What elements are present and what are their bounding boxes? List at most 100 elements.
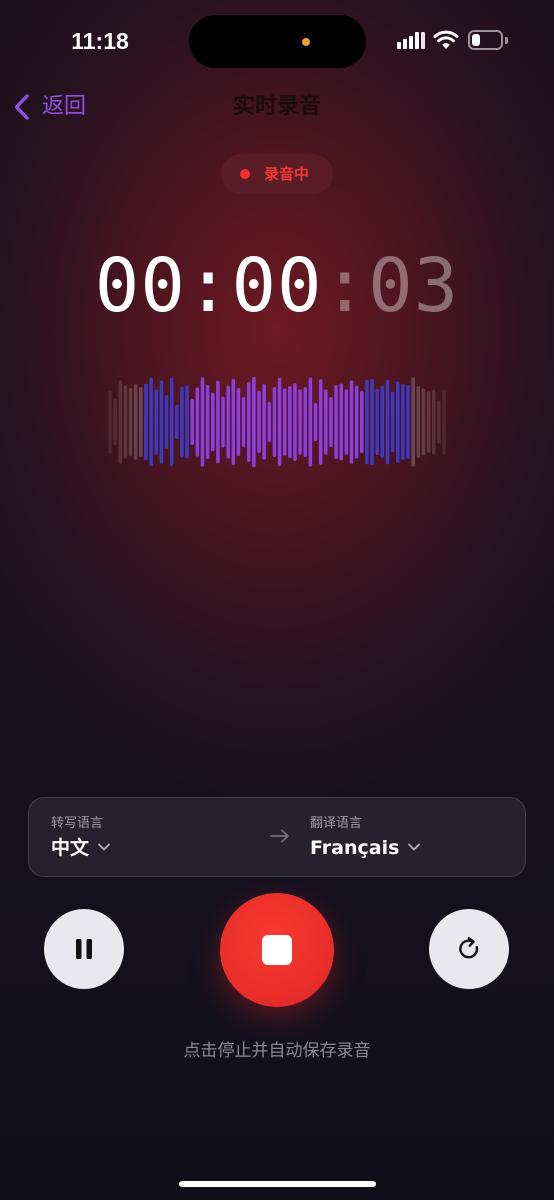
waveform-bar [113, 398, 117, 446]
waveform-bar [190, 398, 194, 446]
waveform-bar [159, 380, 164, 464]
privacy-indicator-dot [302, 38, 310, 46]
waveform-bar [303, 386, 308, 458]
waveform-bar [236, 387, 241, 457]
pause-button[interactable] [44, 909, 124, 989]
waveform-bar [154, 389, 158, 455]
waveform-bar [144, 383, 148, 461]
waveform-bar [252, 376, 256, 468]
waveform-bar [221, 396, 225, 448]
waveform-bar [200, 377, 205, 467]
waveform-bar [339, 383, 343, 461]
dynamic-island [189, 15, 366, 68]
back-label: 返回 [42, 94, 87, 119]
waveform-bar [139, 386, 143, 458]
waveform-bar [406, 385, 410, 459]
waveform-bar [426, 391, 431, 453]
waveform-bar [390, 391, 395, 453]
target-language-value: Français [310, 837, 400, 859]
waveform-bar [272, 386, 277, 458]
waveform-bar [354, 385, 359, 459]
waveform-bar [349, 380, 354, 464]
waveform-bar [262, 384, 266, 460]
waveform-bar [442, 389, 446, 455]
waveform-bar [324, 389, 328, 455]
waveform-bar [267, 401, 272, 443]
waveform-bar [431, 389, 436, 455]
source-language-value: 中文 [51, 837, 90, 859]
waveform-bar [396, 381, 400, 463]
waveform-bar [313, 402, 318, 442]
page-title: 实时录音 [232, 94, 321, 119]
waveform-bar [195, 387, 200, 457]
waveform-bar [370, 378, 374, 466]
timer-separator: : [322, 243, 369, 329]
battery-icon [468, 30, 503, 50]
waveform-bar [231, 378, 236, 466]
waveform-bar [334, 385, 338, 459]
waveform-bar [123, 385, 128, 459]
waveform-bar [380, 386, 385, 458]
waveform-bar [421, 388, 426, 456]
target-language-dropdown[interactable]: Français [310, 833, 421, 863]
stop-icon [262, 935, 292, 965]
waveform-bar [282, 388, 287, 456]
audio-waveform [108, 376, 446, 468]
waveform-bar [288, 386, 292, 458]
waveform-bar [308, 377, 313, 467]
rotate-icon [459, 937, 479, 959]
waveform-bar [293, 383, 297, 461]
stop-hint-text: 点击停止并自动保存录音 [183, 1041, 371, 1061]
source-language-dropdown[interactable]: 中文 [51, 833, 111, 863]
waveform-bar [385, 379, 390, 465]
waveform-bar [133, 384, 138, 460]
timer-hours: 00 [94, 243, 186, 329]
waveform-bar [360, 390, 364, 454]
pause-icon [76, 939, 92, 959]
waveform-bar [175, 404, 179, 440]
timer-seconds: 03 [368, 243, 460, 329]
waveform-bar [437, 400, 441, 444]
waveform-bar [246, 382, 251, 462]
chevron-left-icon [14, 94, 29, 120]
waveform-bar [329, 397, 333, 447]
battery-cap [505, 37, 508, 44]
waveform-bar [241, 397, 246, 447]
waveform-bar [318, 379, 323, 465]
recording-dot-icon [240, 169, 250, 179]
waveform-bar [108, 390, 112, 454]
source-language-caption: 转写语言 [51, 816, 104, 831]
timer-separator: : [185, 243, 232, 329]
waveform-bar [185, 385, 189, 459]
recording-status-label: 录音中 [264, 165, 310, 183]
timer-minutes: 00 [231, 243, 323, 329]
recording-status-badge: 录音中 [221, 154, 333, 194]
chevron-down-icon [98, 843, 110, 851]
waveform-bar [401, 384, 405, 460]
waveform-bar [277, 377, 282, 467]
back-button[interactable]: 返回 [8, 86, 108, 128]
waveform-bar [128, 387, 133, 457]
restart-button[interactable] [429, 909, 509, 989]
waveform-bar [257, 390, 261, 454]
target-language-caption: 翻译语言 [310, 816, 363, 831]
waveform-bar [216, 380, 220, 464]
waveform-bar [416, 386, 421, 458]
wifi-icon [433, 30, 459, 49]
waveform-bar [298, 389, 302, 455]
waveform-bar [411, 377, 415, 467]
status-time: 11:18 [71, 28, 129, 54]
waveform-bar [118, 380, 123, 464]
waveform-bar [344, 389, 349, 455]
chevron-down-icon [408, 843, 421, 851]
stop-button[interactable] [220, 893, 334, 1007]
waveform-bar [375, 388, 379, 456]
waveform-bar [365, 379, 369, 465]
cellular-signal-icon [397, 31, 425, 49]
recording-timer: 00:00:03 [0, 238, 554, 334]
waveform-bar [211, 392, 215, 452]
home-indicator [179, 1181, 376, 1187]
waveform-bar [180, 386, 184, 458]
battery-level-fill [472, 34, 480, 46]
waveform-bar [149, 377, 153, 467]
